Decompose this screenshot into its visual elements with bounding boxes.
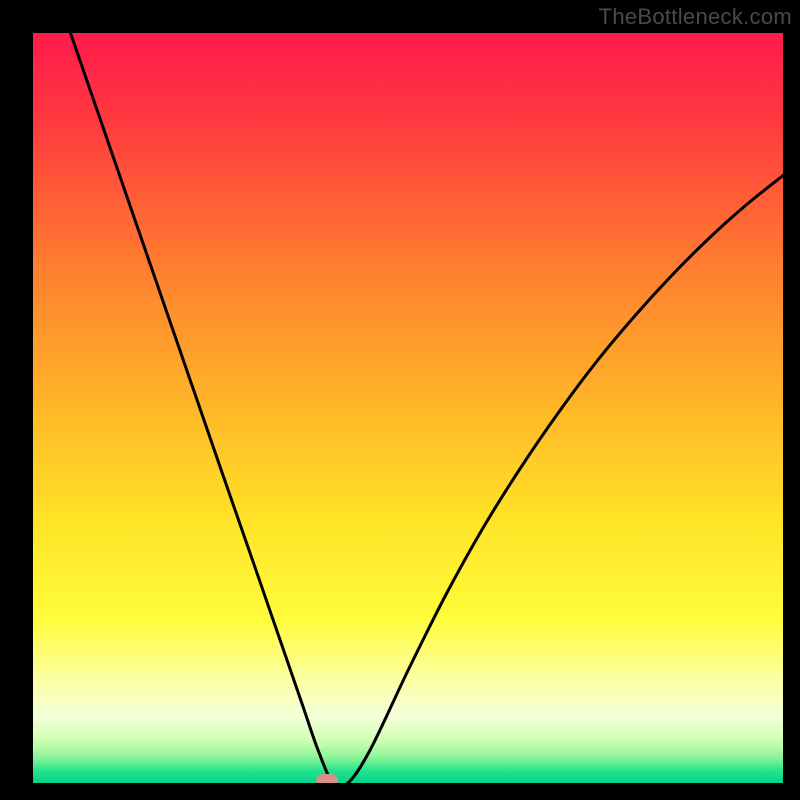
plot-area [33,33,783,783]
optimum-marker [316,774,338,783]
chart-svg [33,33,783,783]
watermark-text: TheBottleneck.com [599,4,792,30]
